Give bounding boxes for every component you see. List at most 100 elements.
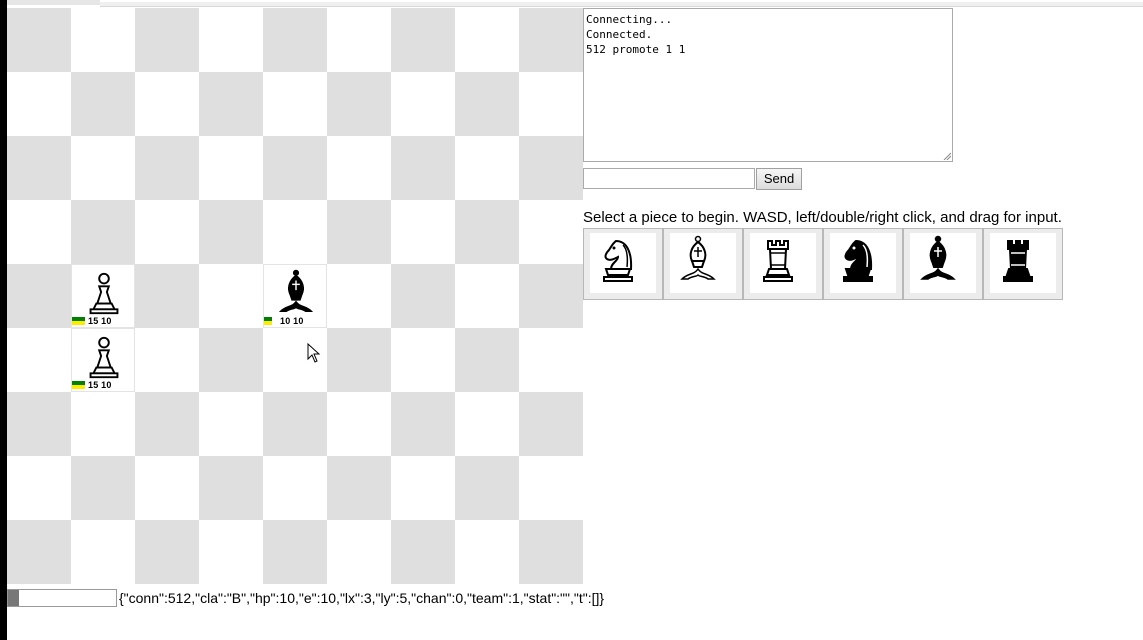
board-square[interactable]	[455, 8, 519, 72]
black-bishop-icon[interactable]	[276, 269, 316, 317]
board-square[interactable]	[391, 8, 455, 72]
board-square[interactable]	[7, 520, 71, 584]
board-square[interactable]	[199, 136, 263, 200]
board-square[interactable]	[391, 392, 455, 456]
game-board[interactable]: 15 10 10 10 15 10	[7, 8, 583, 584]
board-square[interactable]	[391, 328, 455, 392]
board-square[interactable]	[327, 264, 391, 328]
board-square[interactable]	[7, 456, 71, 520]
board-square[interactable]	[71, 72, 135, 136]
board-square[interactable]	[135, 328, 199, 392]
top-strip	[7, 0, 100, 5]
board-square[interactable]	[519, 8, 583, 72]
board-square[interactable]	[135, 72, 199, 136]
board-square[interactable]	[135, 264, 199, 328]
board-square[interactable]	[519, 72, 583, 136]
board-square[interactable]	[519, 136, 583, 200]
board-square[interactable]	[7, 328, 71, 392]
board-square[interactable]	[455, 328, 519, 392]
board-square[interactable]	[199, 8, 263, 72]
black-knight-icon	[843, 239, 873, 282]
board-square[interactable]	[391, 456, 455, 520]
board-square[interactable]	[391, 520, 455, 584]
board-square[interactable]	[263, 456, 327, 520]
piece-choice-button[interactable]	[823, 228, 903, 300]
piece-choice-button[interactable]	[663, 228, 743, 300]
board-square[interactable]	[327, 72, 391, 136]
board-square[interactable]	[263, 200, 327, 264]
board-square[interactable]	[327, 328, 391, 392]
board-square[interactable]	[199, 72, 263, 136]
board-square[interactable]	[455, 136, 519, 200]
board-square[interactable]	[7, 72, 71, 136]
board-square[interactable]	[71, 200, 135, 264]
message-input[interactable]	[583, 168, 755, 189]
board-square[interactable]	[199, 520, 263, 584]
board-square[interactable]	[455, 264, 519, 328]
board-square[interactable]	[327, 392, 391, 456]
board-square[interactable]	[7, 264, 71, 328]
white-pawn-icon[interactable]	[84, 333, 124, 381]
board-square[interactable]	[455, 72, 519, 136]
board-square[interactable]	[391, 200, 455, 264]
board-square[interactable]	[391, 72, 455, 136]
board-square[interactable]	[327, 200, 391, 264]
board-square[interactable]	[135, 456, 199, 520]
board-square[interactable]	[391, 136, 455, 200]
board-square[interactable]	[199, 264, 263, 328]
board-square[interactable]	[7, 136, 71, 200]
board-square[interactable]	[519, 520, 583, 584]
board-square[interactable]	[7, 8, 71, 72]
board-square[interactable]	[263, 392, 327, 456]
board-square[interactable]	[263, 8, 327, 72]
board-square[interactable]	[519, 264, 583, 328]
white-knight-icon	[603, 239, 633, 282]
send-button[interactable]: Send	[756, 168, 802, 190]
white-pawn-icon[interactable]	[84, 269, 124, 317]
piece-choice-button[interactable]	[903, 228, 983, 300]
board-square[interactable]	[263, 72, 327, 136]
board-square[interactable]	[455, 456, 519, 520]
board-square[interactable]	[519, 200, 583, 264]
piece-choice-button[interactable]	[743, 228, 823, 300]
board-square[interactable]	[455, 392, 519, 456]
board-square[interactable]	[135, 8, 199, 72]
board-square[interactable]	[135, 136, 199, 200]
board-square[interactable]	[519, 392, 583, 456]
board-square[interactable]	[327, 456, 391, 520]
board-square[interactable]	[7, 200, 71, 264]
board-square[interactable]: 15 10	[71, 264, 135, 328]
board-square[interactable]	[71, 520, 135, 584]
board-square[interactable]	[135, 520, 199, 584]
piece-choice-button[interactable]	[983, 228, 1063, 300]
board-square[interactable]	[391, 264, 455, 328]
board-square[interactable]	[263, 136, 327, 200]
board-square[interactable]	[199, 200, 263, 264]
piece-choice-button[interactable]	[583, 228, 663, 300]
board-square[interactable]	[327, 520, 391, 584]
board-square[interactable]: 15 10	[71, 328, 135, 392]
board-square[interactable]	[71, 392, 135, 456]
board-square[interactable]	[7, 392, 71, 456]
board-square[interactable]	[455, 520, 519, 584]
board-square[interactable]	[71, 8, 135, 72]
piece-stats: 15 10	[88, 316, 112, 326]
board-square[interactable]	[135, 200, 199, 264]
board-square[interactable]	[71, 456, 135, 520]
board-square[interactable]	[263, 520, 327, 584]
board-square[interactable]	[71, 136, 135, 200]
board-square[interactable]: 10 10	[263, 264, 327, 328]
resize-grip-icon[interactable]	[943, 152, 951, 160]
board-square[interactable]	[135, 392, 199, 456]
board-square[interactable]	[327, 136, 391, 200]
message-log[interactable]: Connecting... Connected. 512 promote 1 1	[583, 8, 953, 162]
board-square[interactable]	[327, 8, 391, 72]
board-square[interactable]	[199, 328, 263, 392]
board-square[interactable]	[199, 392, 263, 456]
board-square[interactable]	[455, 200, 519, 264]
board-square[interactable]	[519, 456, 583, 520]
energy-bar	[72, 321, 85, 325]
energy-bar	[264, 321, 272, 325]
board-square[interactable]	[199, 456, 263, 520]
board-square[interactable]	[519, 328, 583, 392]
